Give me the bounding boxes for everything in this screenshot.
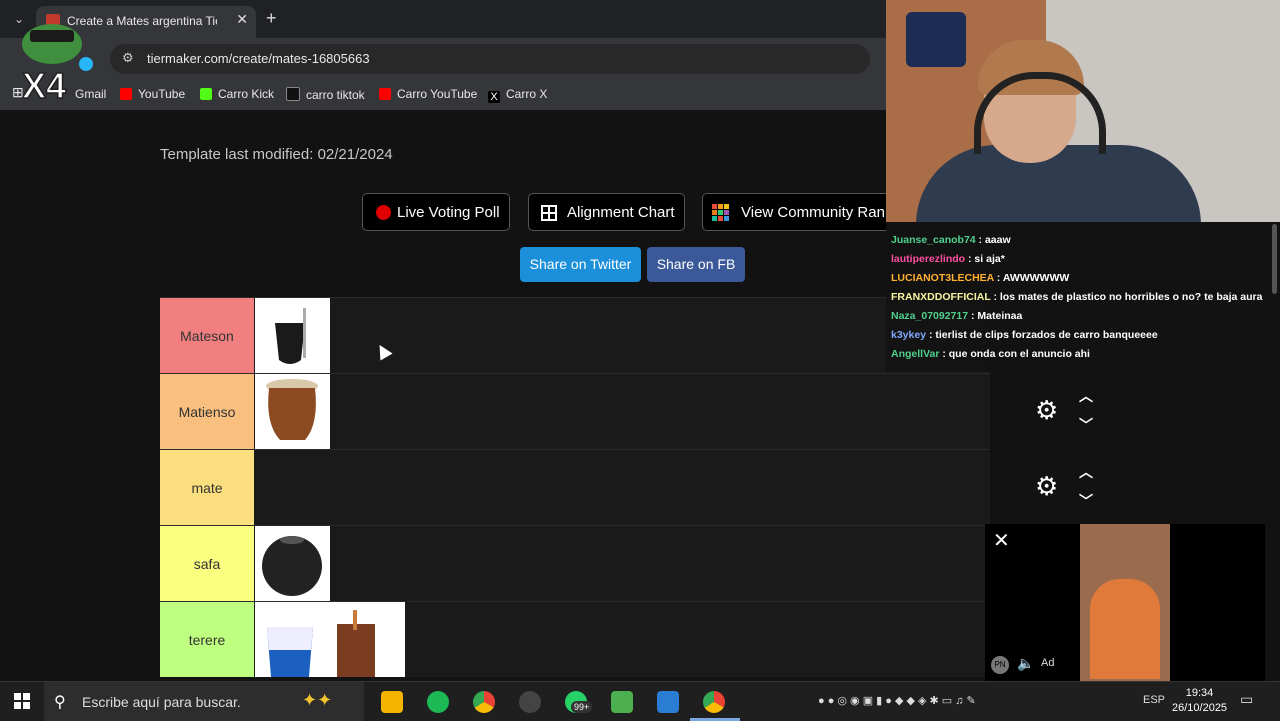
share-twitter-button[interactable]: Share on Twitter <box>520 247 641 282</box>
chat-message: Juanse_canob74 : aaaw <box>891 234 1011 246</box>
alignment-chart-button[interactable]: Alignment Chart <box>528 193 685 231</box>
overlay-logo-text: X4 <box>22 65 66 102</box>
taskbar-search[interactable]: ⚲ Escribe aquí para buscar. ✦✦ <box>44 682 364 721</box>
share-fb-button[interactable]: Share on FB <box>647 247 745 282</box>
bookmark-carro-kick[interactable]: Carro Kick <box>200 87 274 101</box>
bookmark-carro-youtube[interactable]: Carro YouTube <box>379 87 477 101</box>
tier-row: Mateson <box>160 297 990 373</box>
mosaic-icon <box>712 204 730 222</box>
tier-item-mate-image[interactable] <box>255 298 330 373</box>
notifications-icon[interactable]: ▭ <box>1240 691 1253 708</box>
kick-icon <box>200 88 212 100</box>
tray-icons[interactable]: ● ● ◎ ◉ ▣ ▮ ● ◆ ◆ ◈ ✱ ▭ ♫ ✎ <box>818 694 976 707</box>
store-icon[interactable] <box>657 691 679 713</box>
chat-message: LUCIANOT3LECHEA : AWWWWWW <box>891 272 1070 284</box>
template-modified-text: Template last modified: 02/21/2024 <box>160 146 393 163</box>
tab-bar: ⌄ Create a Mates argentina Tier L ✕ + <box>0 0 886 38</box>
chevron-up-icon[interactable]: ︿ <box>1079 386 1093 406</box>
minecraft-icon[interactable] <box>611 691 633 713</box>
tier-label: Matienso <box>160 374 254 449</box>
chrome-profile-icon[interactable] <box>703 691 725 713</box>
grid-icon <box>541 205 557 221</box>
windows-start-icon[interactable] <box>14 693 30 709</box>
spotify-icon[interactable] <box>427 691 449 713</box>
ad-pn-badge: PN <box>991 656 1009 674</box>
chat-message: AngellVar : que onda con el anuncio ahi <box>891 348 1090 360</box>
chat-message: FRANXDDOFFICIAL : los mates de plastico … <box>891 291 1263 303</box>
tier-row: Matienso <box>160 373 990 449</box>
x-icon: X <box>488 91 500 103</box>
chat-message: k3ykey : tierlist de clips forzados de c… <box>891 329 1158 341</box>
tier-item-mate-image[interactable] <box>255 374 330 449</box>
view-community-rankings-button[interactable]: View Community Ran <box>702 193 892 231</box>
file-explorer-icon[interactable] <box>381 691 403 713</box>
stream-chat: Juanse_canob74 : aaaw lautiperezlindo : … <box>886 222 1280 372</box>
volume-icon[interactable]: 🔈 <box>1017 655 1034 672</box>
stream-overlay-logo: X4 <box>21 24 93 102</box>
live-voting-poll-button[interactable]: Live Voting Poll <box>362 193 510 231</box>
tier-row: safa <box>160 525 990 601</box>
bookmarks-bar: ⊞ Gmail YouTube Carro Kick carro tiktok … <box>0 80 886 110</box>
youtube-icon <box>379 88 391 100</box>
obs-icon[interactable] <box>519 691 541 713</box>
chevron-down-icon[interactable]: ﹀ <box>1079 415 1093 435</box>
bookmark-youtube[interactable]: YouTube <box>120 87 185 101</box>
tier-label: terere <box>160 602 254 677</box>
address-bar-row: ⚙ tiermaker.com/create/mates-16805663 <box>0 38 886 80</box>
tier-row: terere <box>160 601 990 677</box>
url-text[interactable]: tiermaker.com/create/mates-16805663 <box>147 51 370 66</box>
tier-label: safa <box>160 526 254 601</box>
tier-row: mate <box>160 449 990 525</box>
jersey-on-wall <box>906 12 966 67</box>
chrome-icon[interactable] <box>473 691 495 713</box>
chevron-down-icon[interactable]: ﹀ <box>1079 491 1093 511</box>
new-tab-plus-icon[interactable]: + <box>266 8 277 29</box>
notification-badge: 99+ <box>571 701 593 713</box>
site-settings-icon[interactable]: ⚙ <box>122 50 134 66</box>
youtube-icon <box>120 88 132 100</box>
gear-icon[interactable]: ⚙ <box>1035 471 1058 502</box>
webcam-overlay <box>886 0 1280 222</box>
search-icon: ⚲ <box>54 694 66 711</box>
chat-message: Naza_07092717 : Mateinaa <box>891 310 1023 322</box>
system-clock[interactable]: 19:34 26/10/2025 <box>1172 686 1227 716</box>
ad-video[interactable] <box>1080 524 1170 681</box>
chevron-up-icon[interactable]: ︿ <box>1079 462 1093 482</box>
language-indicator[interactable]: ESP <box>1143 694 1165 706</box>
video-ad-overlay: ✕ PN 🔈 Ad <box>985 524 1265 681</box>
tier-label: Mateson <box>160 298 254 373</box>
search-placeholder: Escribe aquí para buscar. <box>82 694 241 710</box>
tier-label: mate <box>160 450 254 525</box>
tab-close-icon[interactable]: ✕ <box>236 11 248 28</box>
chat-message: lautiperezlindo : si aja* <box>891 253 1005 265</box>
bookmark-carro-tiktok[interactable]: carro tiktok <box>286 87 365 102</box>
record-dot-icon <box>376 205 391 220</box>
close-ad-icon[interactable]: ✕ <box>993 528 1010 553</box>
ad-label: Ad <box>1041 657 1055 669</box>
address-bar[interactable]: ⚙ tiermaker.com/create/mates-16805663 <box>110 44 870 74</box>
bookmark-carro-x[interactable]: X Carro X <box>488 87 547 103</box>
windows-taskbar: ⚲ Escribe aquí para buscar. ✦✦ 99+ ● ● ◎… <box>0 681 1280 721</box>
chat-scrollbar[interactable] <box>1272 224 1277 294</box>
gear-icon[interactable]: ⚙ <box>1035 395 1058 426</box>
tier-item-mate-image[interactable] <box>255 526 330 601</box>
tiktok-icon <box>286 87 300 101</box>
tier-item-terere-image[interactable] <box>255 602 405 677</box>
sparkle-icon: ✦✦ <box>302 690 333 710</box>
